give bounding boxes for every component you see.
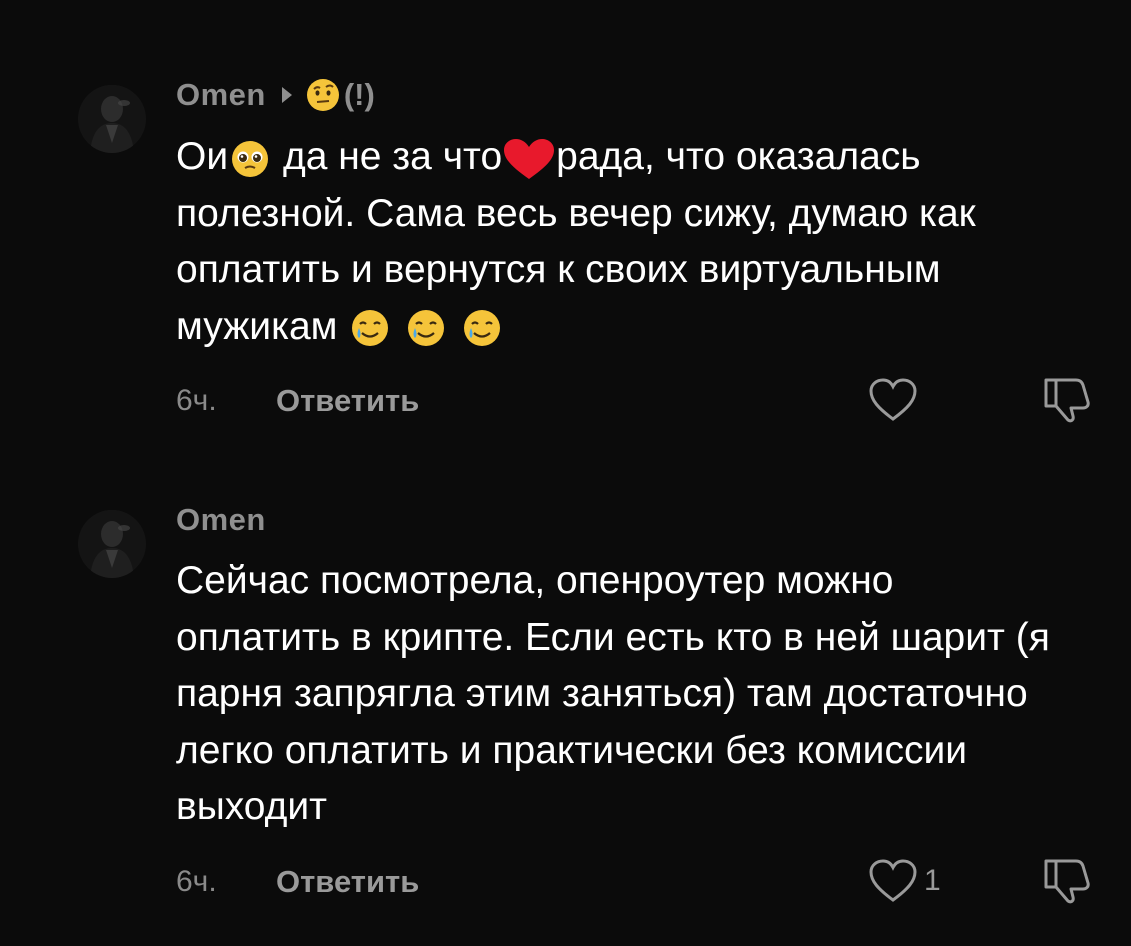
avatar[interactable] (78, 510, 146, 578)
comment-2: Omen Сейчас посмотрела, опенроутер можно… (0, 0, 1131, 946)
like-button[interactable]: 1 (868, 858, 941, 904)
comment-text: Сейчас посмотрела, опенроутер можно опла… (176, 559, 1050, 828)
like-count: 1 (924, 864, 941, 897)
avatar-image (78, 510, 146, 578)
heart-outline-icon (869, 859, 917, 902)
comment-meta: 6ч. Ответить (176, 862, 419, 902)
author-row: Omen (176, 500, 266, 540)
author-name[interactable]: Omen (176, 502, 266, 538)
reply-button[interactable]: Ответить (276, 864, 419, 900)
dislike-button[interactable] (1040, 857, 1094, 910)
timestamp: 6ч. (176, 865, 217, 898)
thumbs-down-icon (1044, 859, 1090, 904)
